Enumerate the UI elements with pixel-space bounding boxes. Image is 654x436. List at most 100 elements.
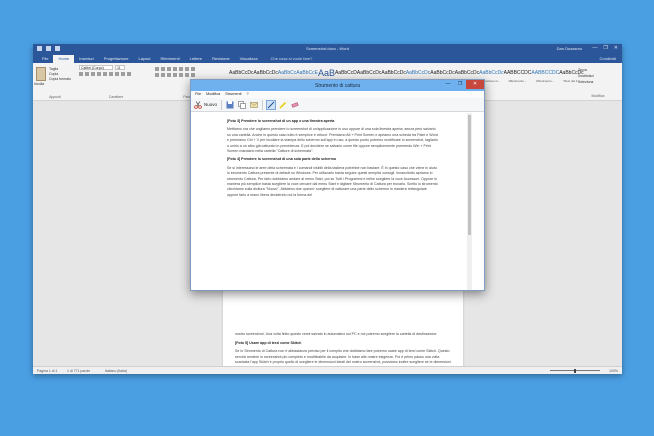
justify-icon[interactable] xyxy=(173,73,177,77)
align-right-icon[interactable] xyxy=(167,73,171,77)
menu-help[interactable]: ? xyxy=(247,91,249,98)
snipping-close-button[interactable]: ✕ xyxy=(466,80,484,89)
word-count[interactable]: 1 di 771 parole xyxy=(67,369,90,373)
scissors-icon xyxy=(194,100,202,109)
maximize-button[interactable]: ❐ xyxy=(603,45,607,51)
paragraph-buttons-row1 xyxy=(155,67,227,71)
tab-view[interactable]: Visualizza xyxy=(235,55,263,63)
minimize-button[interactable]: — xyxy=(592,45,597,51)
ribbon-tabs: File Home Inserisci Progettazione Layout… xyxy=(33,54,622,63)
zoom-slider[interactable] xyxy=(550,368,600,373)
snipping-window-controls: — ❐ ✕ xyxy=(442,80,484,89)
menu-file[interactable]: File xyxy=(195,91,201,98)
font-format-buttons xyxy=(79,72,153,76)
menu-edit[interactable]: Modifica xyxy=(206,91,220,98)
snipping-title-bar: Strumento di cattura — ❐ ✕ xyxy=(191,80,484,91)
style-sample: AaBbCcDc xyxy=(229,70,254,76)
menu-tools[interactable]: Strumenti xyxy=(225,91,241,98)
window-title: Screenshot.docx - Word xyxy=(306,46,349,51)
style-subtle-reference[interactable]: AABBCCDC Riferimento... xyxy=(504,67,532,89)
snip-scrollbar[interactable] xyxy=(467,113,472,290)
borders-icon[interactable] xyxy=(191,73,195,77)
tab-references[interactable]: Riferimenti xyxy=(156,55,185,63)
snipping-minimize-button[interactable]: — xyxy=(442,80,454,89)
style-sample: AABBCCDC xyxy=(531,70,560,76)
snipping-toolbar: Nuovo xyxy=(191,98,484,112)
snipping-tool-window: Strumento di cattura — ❐ ✕ File Modifica… xyxy=(190,79,485,291)
font-group: Calibri (Corpo) 11 Carattere xyxy=(79,65,153,99)
tab-design[interactable]: Progettazione xyxy=(99,55,134,63)
style-sample: AaBbCcE xyxy=(296,70,318,76)
send-snip-icon[interactable] xyxy=(250,101,258,109)
multilevel-icon[interactable] xyxy=(167,67,171,71)
editing-label: Modifica xyxy=(591,94,605,98)
style-sample: AaBbCcDc xyxy=(430,70,455,76)
close-button[interactable]: ✕ xyxy=(614,45,618,51)
align-left-icon[interactable] xyxy=(155,73,159,77)
tab-review[interactable]: Revisione xyxy=(207,55,235,63)
snipping-maximize-button[interactable]: ❐ xyxy=(454,80,466,89)
tab-file[interactable]: File xyxy=(37,55,53,63)
highlighter-icon[interactable] xyxy=(279,101,287,109)
bullets-icon[interactable] xyxy=(155,67,159,71)
eraser-icon[interactable] xyxy=(291,101,299,109)
style-sample: AaBbCcDc xyxy=(479,70,504,76)
window-controls: — ❐ ✕ xyxy=(592,45,618,51)
pilcrow-icon[interactable] xyxy=(191,67,195,71)
language-status[interactable]: Italiano (Italia) xyxy=(105,369,127,373)
strikethrough-icon[interactable] xyxy=(97,72,101,76)
tab-home[interactable]: Home xyxy=(53,55,75,63)
font-color-icon[interactable] xyxy=(127,72,131,76)
new-snip-button[interactable]: Nuovo xyxy=(194,100,218,109)
copy-snip-icon[interactable] xyxy=(238,100,246,109)
user-name[interactable]: Dan Dusasmu xyxy=(557,46,582,51)
font-size-select[interactable]: 11 xyxy=(115,65,125,70)
pen-icon[interactable] xyxy=(266,99,277,110)
select-button[interactable]: Seleziona xyxy=(578,79,618,85)
snip-heading: [Foto 4] Prendere lo screenshot di una s… xyxy=(227,157,337,162)
document-paragraph: nostro screenshot. Una volta finito ques… xyxy=(235,332,438,336)
paste-icon[interactable] xyxy=(36,67,46,81)
toolbar-separator xyxy=(262,99,264,110)
tell-me-search[interactable]: Che cosa si vuole fare? xyxy=(263,55,318,63)
style-sample: AABBCCDC xyxy=(503,70,532,76)
document-heading: [Foto 5] Usare app di terzi come Skitch xyxy=(235,340,302,345)
bold-icon[interactable] xyxy=(79,72,83,76)
text-effects-icon[interactable] xyxy=(115,72,119,76)
zoom-level[interactable]: 100% xyxy=(609,369,618,373)
toolbar-separator xyxy=(221,99,223,110)
highlight-icon[interactable] xyxy=(121,72,125,76)
style-intense-reference[interactable]: AABBCCDC Riferimento... xyxy=(531,67,559,89)
superscript-icon[interactable] xyxy=(109,72,113,76)
font-name-select[interactable]: Calibri (Corpo) xyxy=(79,65,113,70)
save-snip-icon[interactable] xyxy=(226,101,234,109)
share-button[interactable]: Condividi xyxy=(600,56,616,61)
page-count[interactable]: Pagina 1 di 1 xyxy=(37,369,57,373)
snipping-menu-bar: File Modifica Strumenti ? xyxy=(191,91,484,98)
tab-mailings[interactable]: Lettere xyxy=(185,55,207,63)
subscript-icon[interactable] xyxy=(103,72,107,76)
numbering-icon[interactable] xyxy=(161,67,165,71)
decrease-indent-icon[interactable] xyxy=(173,67,177,71)
new-snip-label: Nuovo xyxy=(204,102,218,107)
tab-insert[interactable]: Inserisci xyxy=(74,55,99,63)
style-sample: AaBbCcD xyxy=(334,70,357,76)
paste-label[interactable]: Incolla xyxy=(34,82,44,86)
align-center-icon[interactable] xyxy=(161,73,165,77)
snip-scroll-thumb[interactable] xyxy=(468,115,471,235)
italic-icon[interactable] xyxy=(85,72,89,76)
style-sample: AaBbCcDc xyxy=(454,70,480,76)
underline-icon[interactable] xyxy=(91,72,95,76)
snipping-canvas[interactable]: [Foto 3] Prendere lo screenshot di un ap… xyxy=(191,113,484,290)
snipping-title: Strumento di cattura xyxy=(314,83,361,89)
style-name: Riferimento... xyxy=(508,79,527,83)
style-sample: AaB xyxy=(317,68,335,78)
tab-layout[interactable]: Layout xyxy=(133,55,155,63)
format-painter-button[interactable]: Copia formato xyxy=(49,77,71,82)
zoom-slider-knob[interactable] xyxy=(574,368,576,373)
word-title-bar: Screenshot.docx - Word Dan Dusasmu — ❐ ✕ xyxy=(33,44,622,54)
sort-icon[interactable] xyxy=(185,67,189,71)
increase-indent-icon[interactable] xyxy=(179,67,183,71)
shading-icon[interactable] xyxy=(185,73,189,77)
line-spacing-icon[interactable] xyxy=(179,73,183,77)
